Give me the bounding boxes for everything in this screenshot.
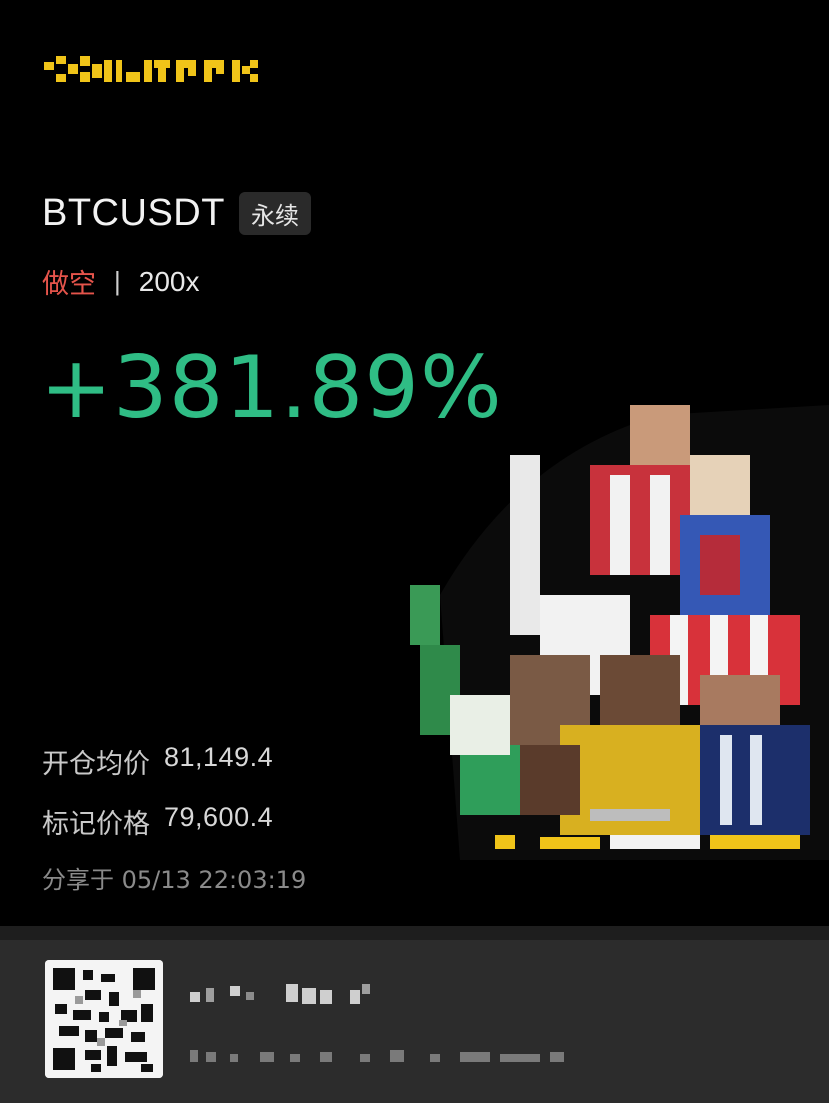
- footer-divider: [0, 926, 829, 940]
- brand-logo: [44, 56, 258, 82]
- pixelated-football-players-image: [410, 405, 829, 860]
- pair-row: BTCUSDT 永续: [42, 192, 311, 235]
- open-price-label: 开仓均价: [42, 749, 150, 780]
- mark-price-row: 标记价格 79,600.4: [42, 802, 273, 841]
- position-info-row: 做空 | 200x: [42, 262, 199, 301]
- trading-pair: BTCUSDT: [42, 192, 225, 234]
- position-side: 做空: [42, 269, 96, 300]
- open-price-row: 开仓均价 81,149.4: [42, 742, 273, 781]
- share-footer: [0, 926, 829, 1103]
- qr-code-icon[interactable]: [45, 960, 163, 1078]
- pixelated-text: [190, 1050, 564, 1062]
- open-price-value: 81,149.4: [164, 742, 274, 772]
- mark-price-value: 79,600.4: [164, 802, 274, 832]
- shared-timestamp: 分享于 05/13 22:03:19: [42, 866, 307, 894]
- contract-type-badge: 永续: [238, 192, 311, 235]
- separator: |: [114, 266, 121, 296]
- mark-price-label: 标记价格: [42, 809, 150, 840]
- pixelated-text: [190, 984, 370, 1004]
- leverage: 200x: [138, 265, 200, 297]
